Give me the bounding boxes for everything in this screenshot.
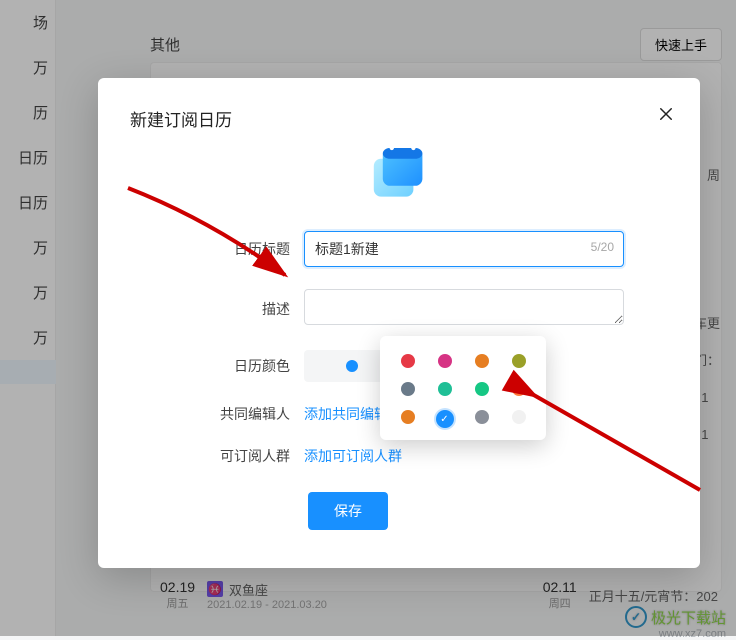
- color-option[interactable]: [438, 382, 452, 396]
- color-option[interactable]: [512, 354, 526, 368]
- calendar-icon: [363, 139, 435, 211]
- subscribers-label: 可订阅人群: [214, 446, 290, 466]
- title-label: 日历标题: [214, 239, 290, 259]
- new-calendar-dialog: 新建订阅日历 日历标题 5/20 描述: [98, 78, 700, 568]
- title-input[interactable]: [304, 231, 624, 267]
- color-option[interactable]: [436, 410, 454, 428]
- save-button[interactable]: 保存: [308, 492, 388, 530]
- dot-icon: [346, 360, 358, 372]
- color-option[interactable]: [512, 410, 526, 424]
- color-option[interactable]: [401, 382, 415, 396]
- color-option[interactable]: [438, 354, 452, 368]
- color-option[interactable]: [512, 382, 526, 396]
- color-option[interactable]: [475, 382, 489, 396]
- dialog-title: 新建订阅日历: [130, 106, 668, 131]
- color-label: 日历颜色: [214, 356, 290, 376]
- color-option[interactable]: [401, 410, 415, 424]
- close-icon[interactable]: [654, 102, 678, 126]
- editors-label: 共同编辑人: [214, 404, 290, 424]
- color-option[interactable]: [475, 354, 489, 368]
- desc-label: 描述: [214, 299, 290, 319]
- title-counter: 5/20: [591, 240, 614, 254]
- color-option[interactable]: [475, 410, 489, 424]
- desc-input[interactable]: [304, 289, 624, 325]
- color-option[interactable]: [401, 354, 415, 368]
- color-popover: [380, 336, 546, 440]
- add-subscribers-link[interactable]: 添加可订阅人群: [304, 448, 402, 464]
